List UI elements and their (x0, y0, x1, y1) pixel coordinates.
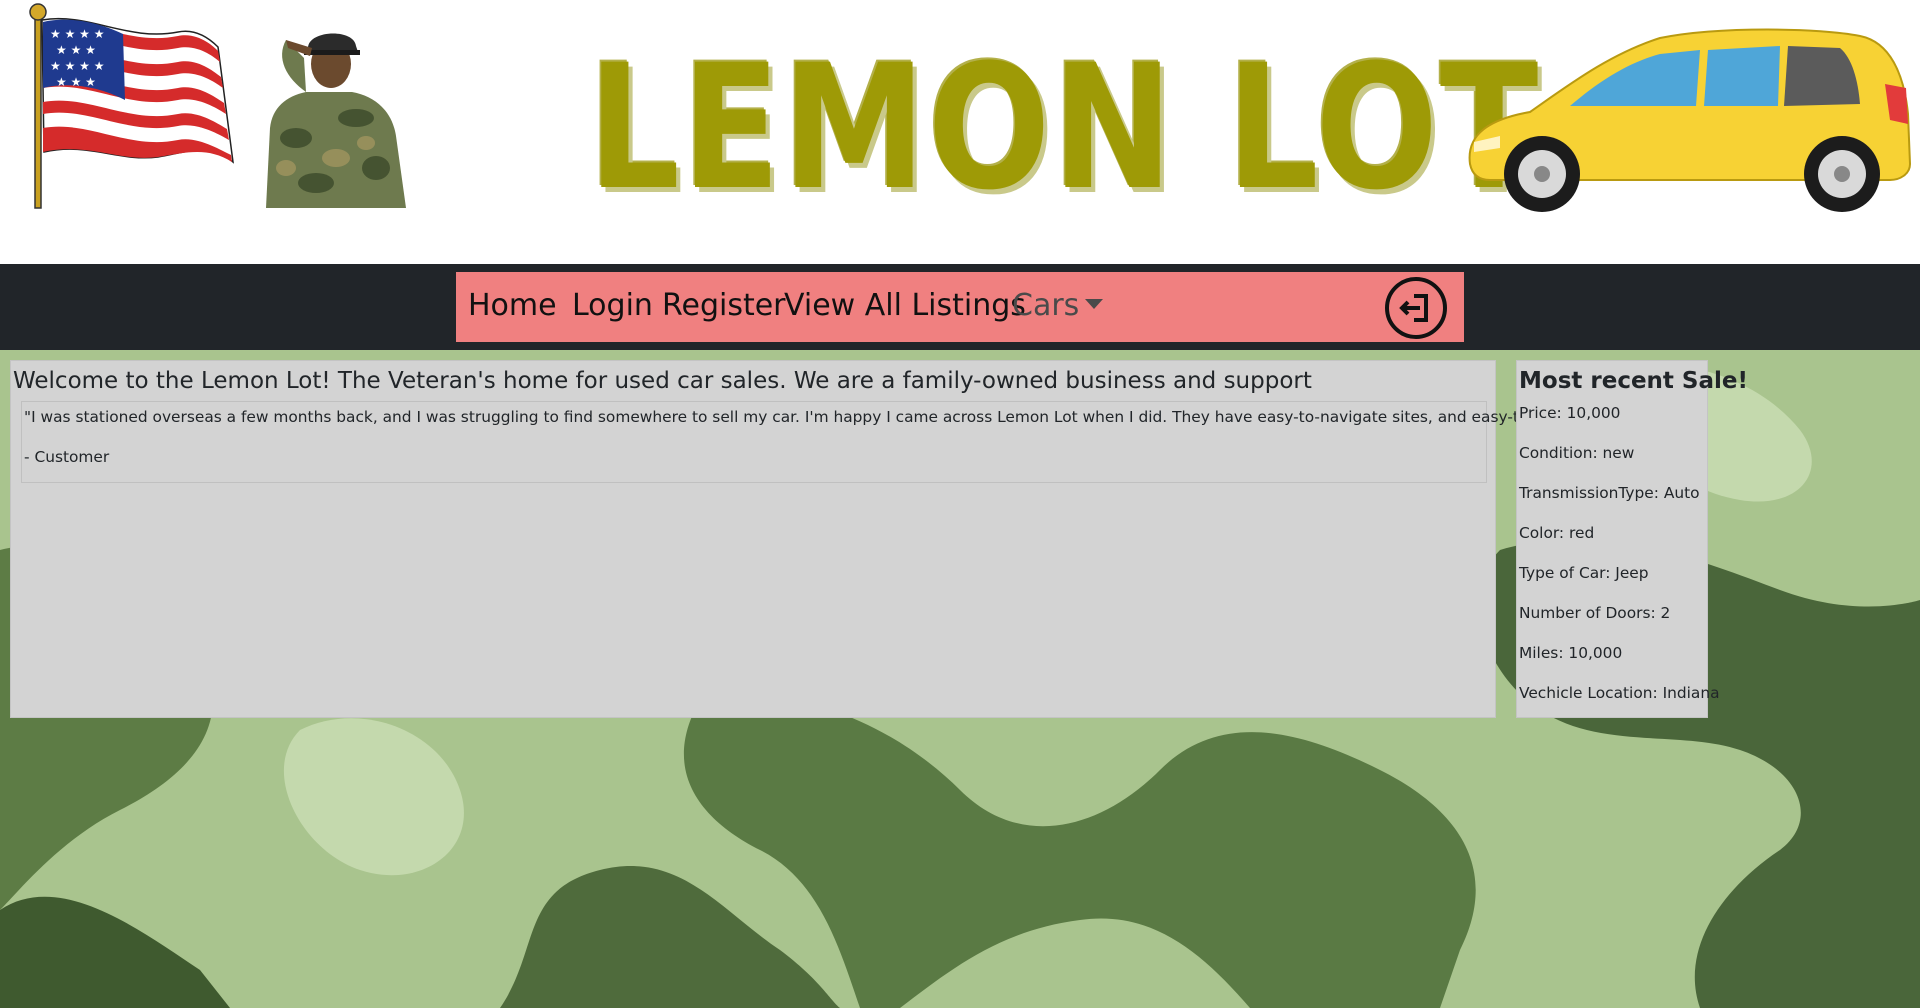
svg-text:★ ★ ★: ★ ★ ★ (56, 75, 96, 89)
welcome-heading: Welcome to the Lemon Lot! The Veteran's … (13, 368, 1312, 394)
sale-doors: Number of Doors: 2 (1519, 604, 1671, 622)
logout-icon[interactable] (1384, 276, 1448, 340)
saluting-soldier-image (266, 33, 406, 208)
site-header: ★ ★ ★ ★ ★ ★ ★ ★ ★ ★ ★ ★ ★ ★ LEMON LOT (0, 0, 1920, 264)
welcome-panel: Welcome to the Lemon Lot! The Veteran's … (10, 360, 1642, 718)
svg-text:★ ★ ★ ★: ★ ★ ★ ★ (50, 27, 104, 41)
nav-login-link[interactable]: Login (572, 286, 653, 326)
testimonial-quote: "I was stationed overseas a few months b… (24, 408, 1642, 426)
yellow-car-image (1468, 28, 1912, 212)
sale-condition: Condition: new (1519, 444, 1635, 462)
svg-text:★ ★ ★ ★: ★ ★ ★ ★ (50, 59, 104, 73)
testimonial-author: - Customer (24, 448, 110, 466)
nav-strip: Home Login Register View All Listings Ca… (0, 264, 1920, 350)
navbar: Home Login Register View All Listings Ca… (456, 272, 1464, 342)
sale-car-type: Type of Car: Jeep (1519, 564, 1649, 582)
nav-cars-label: Cars (1012, 288, 1080, 323)
sale-price: Price: 10,000 (1519, 404, 1621, 422)
nav-home-link[interactable]: Home (468, 286, 557, 326)
nav-view-all-listings-link[interactable]: View All Listings (784, 286, 1026, 326)
nav-register-link[interactable]: Register (662, 286, 786, 326)
testimonial-box: "I was stationed overseas a few months b… (21, 401, 1642, 483)
recent-sale-panel: Most recent Sale! Price: 10,000 Conditio… (1516, 360, 1748, 718)
sale-color: Color: red (1519, 524, 1595, 542)
lemon-lot-logo: LEMON LOT (588, 27, 1540, 228)
us-flag-icon: ★ ★ ★ ★ ★ ★ ★ ★ ★ ★ ★ ★ ★ ★ (29, 3, 234, 209)
svg-text:★ ★ ★: ★ ★ ★ (56, 43, 96, 57)
sale-transmission: TransmissionType: Auto (1519, 484, 1700, 502)
recent-sale-title: Most recent Sale! (1519, 368, 1748, 394)
sale-location: Vechicle Location: Indiana (1519, 684, 1720, 702)
nav-cars-dropdown[interactable]: Cars (1012, 286, 1104, 326)
sale-miles: Miles: 10,000 (1519, 644, 1623, 662)
chevron-down-icon (1085, 299, 1104, 309)
